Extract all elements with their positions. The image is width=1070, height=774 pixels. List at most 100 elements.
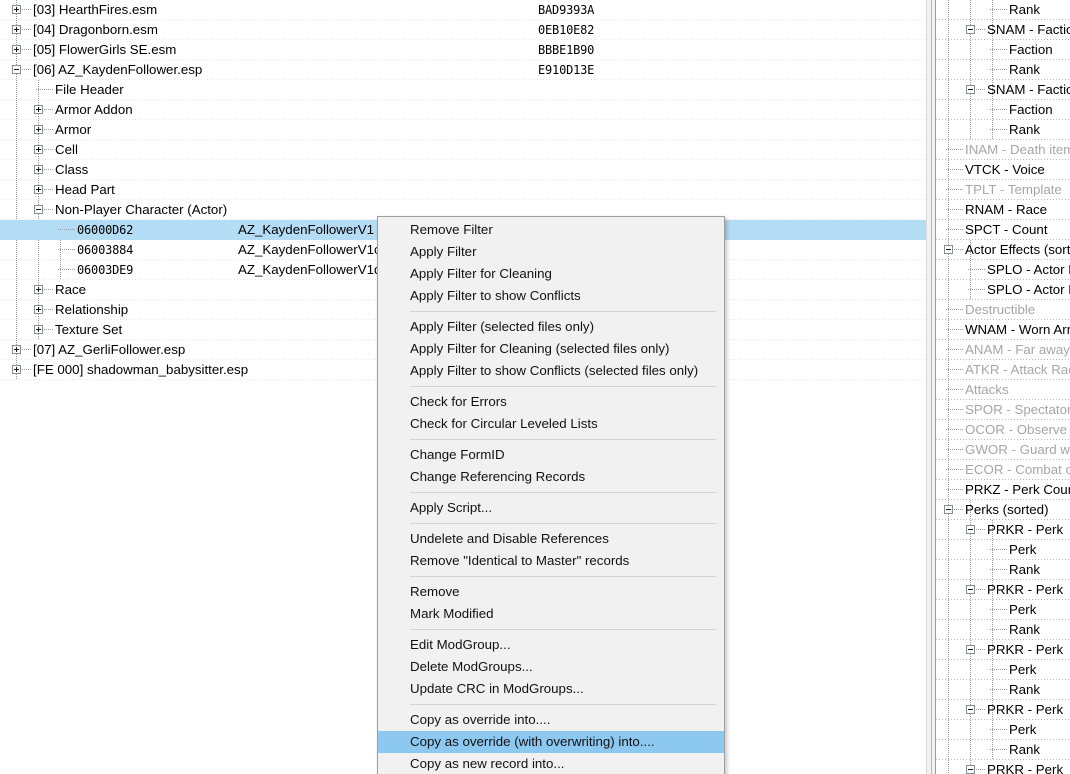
expand-icon[interactable] [12, 25, 21, 34]
detail-row[interactable]: SNAM - Faction [936, 80, 1070, 100]
expand-icon[interactable] [12, 365, 21, 374]
tree-row[interactable]: Armor [0, 120, 926, 140]
detail-row[interactable]: Rank [936, 60, 1070, 80]
collapse-icon[interactable] [966, 585, 975, 594]
collapse-icon[interactable] [966, 765, 975, 774]
detail-row[interactable]: PRKR - Perk [936, 700, 1070, 720]
detail-row[interactable]: SPCT - Count [936, 220, 1070, 240]
collapse-icon[interactable] [966, 645, 975, 654]
detail-row[interactable]: SPLO - Actor Effect [936, 280, 1070, 300]
expand-icon[interactable] [34, 165, 43, 174]
detail-row[interactable]: Perk [936, 720, 1070, 740]
detail-row[interactable]: PRKR - Perk [936, 520, 1070, 540]
collapse-icon[interactable] [966, 705, 975, 714]
menu-item[interactable]: Check for Circular Leveled Lists [378, 413, 724, 435]
expand-icon[interactable] [34, 185, 43, 194]
detail-row-disabled[interactable]: ANAM - Far away model [936, 340, 1070, 360]
detail-row[interactable]: VTCK - Voice [936, 160, 1070, 180]
expand-icon[interactable] [34, 305, 43, 314]
tree-row[interactable]: Class [0, 160, 926, 180]
detail-row-disabled[interactable]: INAM - Death item [936, 140, 1070, 160]
tree-row[interactable]: [05] FlowerGirls SE.esm BBBE1B90 [0, 40, 926, 60]
detail-row[interactable]: Rank [936, 120, 1070, 140]
menu-item[interactable]: Copy as new record into... [378, 753, 724, 774]
pane-splitter[interactable] [926, 0, 936, 774]
tree-row[interactable]: [06] AZ_KaydenFollower.esp E910D13E [0, 60, 926, 80]
menu-item[interactable]: Change FormID [378, 444, 724, 466]
tree-row[interactable]: [04] Dragonborn.esm 0EB10E82 [0, 20, 926, 40]
menu-item[interactable]: Apply Filter to show Conflicts [378, 285, 724, 307]
detail-row[interactable]: Rank [936, 560, 1070, 580]
menu-item[interactable]: Apply Filter [378, 241, 724, 263]
detail-row-disabled[interactable]: ATKR - Attack Race [936, 360, 1070, 380]
detail-row-disabled[interactable]: SPOR - Spectator override [936, 400, 1070, 420]
menu-item[interactable]: Check for Errors [378, 391, 724, 413]
tree-row-label: Armor [55, 122, 92, 137]
detail-row[interactable]: PRKZ - Perk Count [936, 480, 1070, 500]
expand-icon[interactable] [12, 45, 21, 54]
menu-item[interactable]: Apply Filter for Cleaning [378, 263, 724, 285]
tree-row[interactable]: Armor Addon [0, 100, 926, 120]
detail-row[interactable]: SNAM - Faction [936, 20, 1070, 40]
expand-icon[interactable] [34, 145, 43, 154]
collapse-icon[interactable] [966, 25, 975, 34]
menu-item[interactable]: Update CRC in ModGroups... [378, 678, 724, 700]
detail-row[interactable]: Rank [936, 740, 1070, 760]
collapse-icon[interactable] [944, 505, 953, 514]
menu-item[interactable]: Apply Script... [378, 497, 724, 519]
detail-row-disabled[interactable]: ECOR - Combat override [936, 460, 1070, 480]
detail-row-disabled[interactable]: Destructible [936, 300, 1070, 320]
tree-row[interactable]: Cell [0, 140, 926, 160]
detail-row[interactable]: Rank [936, 0, 1070, 20]
detail-row[interactable]: Perk [936, 540, 1070, 560]
menu-item[interactable]: Mark Modified [378, 603, 724, 625]
detail-row-disabled[interactable]: TPLT - Template [936, 180, 1070, 200]
tree-row[interactable]: Head Part [0, 180, 926, 200]
expand-icon[interactable] [34, 105, 43, 114]
detail-row[interactable]: PRKR - Perk [936, 640, 1070, 660]
detail-row[interactable]: Perks (sorted) [936, 500, 1070, 520]
collapse-icon[interactable] [966, 525, 975, 534]
detail-row[interactable]: Rank [936, 680, 1070, 700]
detail-row[interactable]: Faction [936, 40, 1070, 60]
expand-icon[interactable] [12, 345, 21, 354]
detail-row[interactable]: Perk [936, 600, 1070, 620]
record-detail-tree[interactable]: Rank SNAM - Faction Faction Rank SNAM - Fact… [936, 0, 1070, 774]
menu-item[interactable]: Remove Filter [378, 219, 724, 241]
detail-row-disabled[interactable]: OCOR - Observe dead body [936, 420, 1070, 440]
collapse-icon[interactable] [12, 65, 21, 74]
context-menu[interactable]: Remove Filter Apply Filter Apply Filter fo… [377, 216, 725, 774]
collapse-icon[interactable] [966, 85, 975, 94]
menu-item[interactable]: Remove "Identical to Master" records [378, 550, 724, 572]
menu-item[interactable]: Copy as override into.... [378, 709, 724, 731]
detail-row[interactable]: Faction [936, 100, 1070, 120]
collapse-icon[interactable] [944, 245, 953, 254]
menu-item[interactable]: Apply Filter for Cleaning (selected file… [378, 338, 724, 360]
expand-icon[interactable] [34, 285, 43, 294]
detail-row[interactable]: Rank [936, 620, 1070, 640]
menu-item[interactable]: Delete ModGroups... [378, 656, 724, 678]
menu-item[interactable]: Apply Filter to show Conflicts (selected… [378, 360, 724, 382]
menu-item[interactable]: Edit ModGroup... [378, 634, 724, 656]
detail-row-disabled[interactable]: Attacks [936, 380, 1070, 400]
detail-row[interactable]: SPLO - Actor Effect [936, 260, 1070, 280]
collapse-icon[interactable] [34, 205, 43, 214]
menu-item[interactable]: Undelete and Disable References [378, 528, 724, 550]
detail-row[interactable]: Perk [936, 660, 1070, 680]
detail-row[interactable]: Actor Effects (sorted) [936, 240, 1070, 260]
menu-item[interactable]: Change Referencing Records [378, 466, 724, 488]
tree-row[interactable]: [03] HearthFires.esm BAD9393A [0, 0, 926, 20]
expand-icon[interactable] [12, 5, 21, 14]
detail-row[interactable]: PRKR - Perk [936, 760, 1070, 774]
detail-row[interactable]: WNAM - Worn Armor [936, 320, 1070, 340]
menu-item[interactable]: Apply Filter (selected files only) [378, 316, 724, 338]
expand-icon[interactable] [34, 125, 43, 134]
menu-item[interactable]: Remove [378, 581, 724, 603]
detail-row[interactable]: PRKR - Perk [936, 580, 1070, 600]
detail-row[interactable]: RNAM - Race [936, 200, 1070, 220]
detail-row-disabled[interactable]: GWOR - Guard warn [936, 440, 1070, 460]
expand-icon[interactable] [34, 325, 43, 334]
detail-row-label: Rank [1009, 562, 1041, 577]
tree-row[interactable]: File Header [0, 80, 926, 100]
menu-item-highlighted[interactable]: Copy as override (with overwriting) into… [378, 731, 724, 753]
